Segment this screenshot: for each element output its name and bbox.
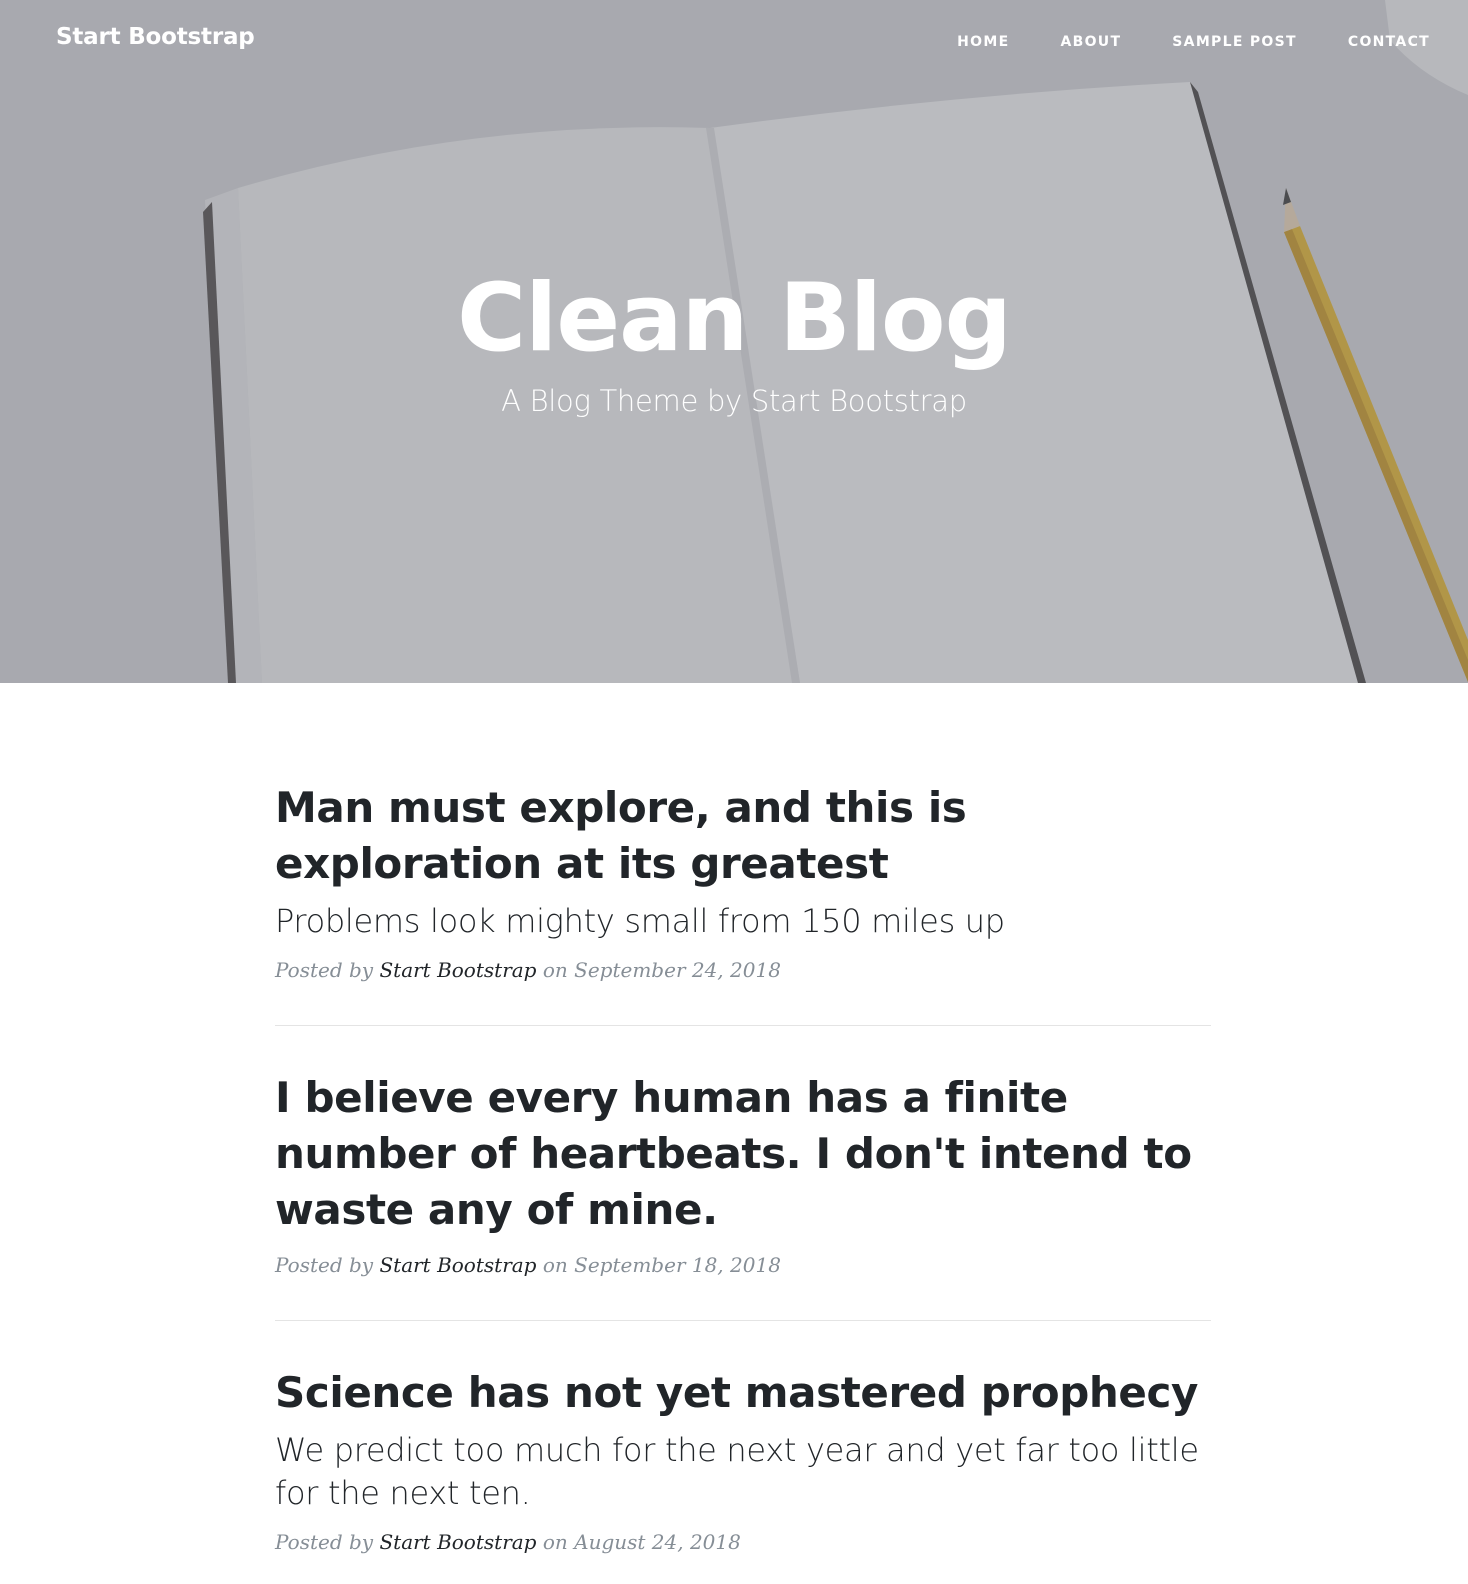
post-date: August 24, 2018 — [574, 1530, 741, 1554]
post-preview: I believe every human has a finite numbe… — [275, 1070, 1211, 1320]
nav-link-contact[interactable]: CONTACT — [1348, 34, 1430, 50]
brand-link[interactable]: Start Bootstrap — [56, 24, 255, 50]
post-meta-on: on — [536, 1253, 575, 1277]
post-date: September 24, 2018 — [574, 958, 781, 982]
post-meta-prefix: Posted by — [275, 1253, 380, 1277]
post-divider — [275, 1320, 1211, 1321]
nav-item-sample-post: SAMPLE POST — [1172, 33, 1297, 51]
post-date: September 18, 2018 — [574, 1253, 781, 1277]
post-meta-on: on — [536, 1530, 575, 1554]
post-title-link[interactable]: Man must explore, and this is exploratio… — [275, 780, 1211, 892]
nav-item-about: ABOUT — [1060, 33, 1121, 51]
nav-item-home: HOME — [957, 33, 1009, 51]
post-title-link[interactable]: Science has not yet mastered prophecy — [275, 1365, 1211, 1421]
site-subtitle: A Blog Theme by Start Bootstrap — [501, 384, 967, 418]
nav-item-contact: CONTACT — [1348, 33, 1430, 51]
post-meta-on: on — [536, 958, 575, 982]
post-preview: Science has not yet mastered prophecy We… — [275, 1365, 1211, 1584]
post-divider — [275, 1025, 1211, 1026]
post-author-link[interactable]: Start Bootstrap — [379, 958, 536, 982]
nav-link-sample-post[interactable]: SAMPLE POST — [1172, 34, 1297, 50]
post-preview: Man must explore, and this is exploratio… — [275, 780, 1211, 1025]
post-meta: Posted by Start Bootstrap on September 1… — [275, 1250, 1211, 1280]
post-subtitle[interactable]: We predict too much for the next year an… — [275, 1429, 1211, 1515]
top-navbar: Start Bootstrap HOME ABOUT SAMPLE POST C… — [0, 0, 1468, 84]
post-list: Man must explore, and this is exploratio… — [275, 780, 1211, 1584]
nav-menu: HOME ABOUT SAMPLE POST CONTACT — [906, 33, 1430, 51]
post-author-link[interactable]: Start Bootstrap — [379, 1530, 536, 1554]
post-meta-prefix: Posted by — [275, 1530, 380, 1554]
post-meta-prefix: Posted by — [275, 958, 380, 982]
post-meta: Posted by Start Bootstrap on August 24, … — [275, 1527, 1211, 1557]
post-title-link[interactable]: I believe every human has a finite numbe… — [275, 1070, 1211, 1238]
post-meta: Posted by Start Bootstrap on September 2… — [275, 955, 1211, 985]
post-author-link[interactable]: Start Bootstrap — [379, 1253, 536, 1277]
site-title: Clean Blog — [457, 264, 1012, 373]
nav-link-home[interactable]: HOME — [957, 34, 1009, 50]
nav-link-about[interactable]: ABOUT — [1060, 34, 1121, 50]
site-heading: Clean Blog A Blog Theme by Start Bootstr… — [0, 260, 1468, 418]
post-subtitle[interactable]: Problems look mighty small from 150 mile… — [275, 900, 1211, 943]
masthead: Start Bootstrap HOME ABOUT SAMPLE POST C… — [0, 0, 1468, 683]
